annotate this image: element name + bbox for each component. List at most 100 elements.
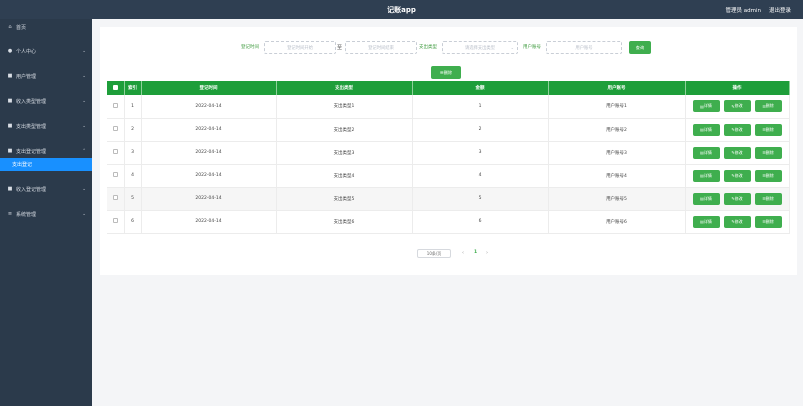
sidebar-item-label: 个人中心 [16, 48, 37, 55]
edit-label: 修改 [734, 126, 743, 132]
edit-button[interactable]: ✎ 修改 [723, 123, 751, 136]
data-table: 索引 登记时间 支出类型 金额 用户账号 操作 1 2022-04-14 支出类… [107, 81, 790, 234]
chevron-up-icon: ⌃ [82, 148, 86, 154]
cell-time: 2022-04-14 [141, 164, 277, 188]
chevron-down-icon: ⌄ [510, 45, 514, 50]
sidebar-item-home[interactable]: ⌂ 首页 [0, 20, 92, 34]
type-select-placeholder: 请选择支出类型 [464, 45, 496, 51]
batch-delete-button[interactable]: ☰ 删除 [431, 66, 461, 79]
row-checkbox[interactable] [112, 126, 118, 131]
row-checkbox[interactable] [112, 195, 118, 200]
cell-index: 2 [124, 118, 142, 142]
row-checkbox-cell[interactable] [107, 95, 125, 119]
detail-button[interactable]: ▤ 详情 [692, 192, 720, 205]
cell-actions: ▤ 详情 ✎ 修改 ☰ 删除 [685, 141, 790, 165]
edit-button[interactable]: ✎ 修改 [723, 146, 751, 159]
cell-account: 用户账号4 [548, 164, 686, 188]
col-time-header: 登记时间 [141, 81, 277, 95]
sidebar-subitem-expense-record[interactable]: 支出登记 [0, 158, 92, 171]
cell-type: 支出类型1 [276, 95, 413, 119]
sidebar-item-expense-types[interactable]: ■ 支出类型管理 ⌄ [0, 119, 92, 133]
delete-button[interactable]: ☰ 删除 [754, 169, 782, 182]
cell-type: 支出类型3 [276, 141, 413, 165]
cell-amount: 4 [412, 164, 549, 188]
edit-button[interactable]: ✎ 修改 [723, 192, 751, 205]
table-row: 6 2022-04-14 支出类型6 6 用户账号6 ▤ 详情 ✎ 修改 ☰ 删… [107, 210, 790, 234]
delete-label: 删除 [765, 149, 774, 155]
type-select[interactable]: 请选择支出类型 ⌄ [442, 41, 518, 54]
cell-actions: ▤ 详情 ✎ 修改 ☰ 删除 [685, 187, 790, 211]
time-label: 登记时间 [241, 45, 259, 50]
sidebar: ⌂ 首页 ● 个人中心 ⌄ ■ 用户管理 ⌄ ■ 收入类型管理 ⌄ ■ 支出类型… [0, 19, 92, 406]
end-date-input[interactable]: 登记时间结束 [345, 41, 417, 54]
select-all-cell[interactable] [107, 81, 125, 95]
delete-label: 删除 [765, 195, 774, 201]
delete-label: 删除 [765, 126, 774, 132]
table-row: 5 2022-04-14 支出类型5 5 用户账号5 ▤ 详情 ✎ 修改 ☰ 删… [107, 187, 790, 211]
col-account-header: 用户账号 [548, 81, 686, 95]
home-icon: ⌂ [8, 24, 12, 30]
logout-link[interactable]: 退出登录 [769, 6, 791, 14]
row-checkbox-cell[interactable] [107, 187, 125, 211]
row-checkbox[interactable] [112, 218, 118, 223]
prev-page-icon[interactable]: ‹ [462, 250, 464, 256]
cell-time: 2022-04-14 [141, 118, 277, 142]
chevron-down-icon: ⌄ [82, 123, 86, 129]
row-checkbox-cell[interactable] [107, 210, 125, 234]
table-row: 3 2022-04-14 支出类型3 3 用户账号3 ▤ 详情 ✎ 修改 ☰ 删… [107, 141, 790, 165]
detail-button[interactable]: ▤ 详情 [692, 123, 720, 136]
cell-index: 5 [124, 187, 142, 211]
detail-button[interactable]: ▤ 详情 [692, 146, 720, 159]
doc-icon: ■ [7, 148, 13, 154]
top-bar: 记账app 管理员 admin 退出登录 [0, 0, 803, 19]
cell-account: 用户账号3 [548, 141, 686, 165]
sidebar-item-profile[interactable]: ● 个人中心 ⌄ [0, 44, 92, 58]
edit-button[interactable]: ✎ 修改 [723, 169, 751, 182]
grid-icon: ■ [7, 186, 13, 192]
sidebar-item-expense-records[interactable]: ■ 支出登记管理 ⌃ [0, 144, 92, 158]
cell-time: 2022-04-14 [141, 187, 277, 211]
select-all-checkbox[interactable] [112, 84, 118, 90]
cell-amount: 3 [412, 141, 549, 165]
row-checkbox-cell[interactable] [107, 141, 125, 165]
edit-label: 修改 [734, 103, 743, 109]
row-checkbox[interactable] [112, 149, 118, 154]
cell-account: 用户账号5 [548, 187, 686, 211]
edit-label: 修改 [734, 195, 743, 201]
sidebar-item-users[interactable]: ■ 用户管理 ⌄ [0, 69, 92, 83]
cell-time: 2022-04-14 [141, 141, 277, 165]
cell-actions: ▤ 详情 ✎ 修改 ☰ 删除 [685, 210, 790, 234]
cell-actions: ▤ 详情 ✎ 修改 ☰ 删除 [685, 95, 790, 119]
chevron-down-icon: ⌄ [82, 186, 86, 192]
sidebar-item-label: 支出类型管理 [16, 123, 47, 130]
sidebar-item-label: 系统管理 [16, 211, 37, 218]
detail-button[interactable]: ▤ 详情 [692, 100, 720, 113]
detail-button[interactable]: ▤ 详情 [692, 169, 720, 182]
user-icon: ● [7, 48, 13, 54]
sidebar-item-system[interactable]: ≡ 系统管理 ⌄ [0, 207, 92, 221]
table-header-row: 索引 登记时间 支出类型 金额 用户账号 操作 [107, 81, 790, 95]
row-checkbox[interactable] [112, 102, 118, 108]
cell-type: 支出类型6 [276, 210, 413, 234]
detail-button[interactable]: ▤ 详情 [692, 215, 720, 228]
admin-label: 管理员 admin [725, 8, 761, 14]
next-page-icon[interactable]: › [486, 250, 488, 256]
delete-button[interactable]: ☰ 删除 [754, 123, 782, 136]
edit-button[interactable]: ✎ 修改 [723, 100, 751, 113]
account-input[interactable]: 用户账号 [546, 41, 622, 54]
row-checkbox[interactable] [112, 172, 118, 177]
edit-button[interactable]: ✎ 修改 [723, 215, 751, 228]
start-date-input[interactable]: 登记时间开始 [264, 41, 336, 54]
delete-button[interactable]: ☰ 删除 [754, 100, 782, 113]
delete-button[interactable]: ☰ 删除 [754, 215, 782, 228]
row-checkbox-cell[interactable] [107, 118, 125, 142]
delete-button[interactable]: ☰ 删除 [754, 146, 782, 159]
sidebar-item-income-types[interactable]: ■ 收入类型管理 ⌄ [0, 94, 92, 108]
cell-index: 6 [124, 210, 142, 234]
row-checkbox-cell[interactable] [107, 164, 125, 188]
delete-button[interactable]: ☰ 删除 [754, 192, 782, 205]
search-button[interactable]: 查询 [629, 41, 651, 54]
page-size-select[interactable]: 10条/页 [417, 249, 451, 258]
sidebar-item-income-records[interactable]: ■ 收入登记管理 ⌄ [0, 182, 92, 196]
page-number-current[interactable]: 1 [474, 250, 477, 255]
